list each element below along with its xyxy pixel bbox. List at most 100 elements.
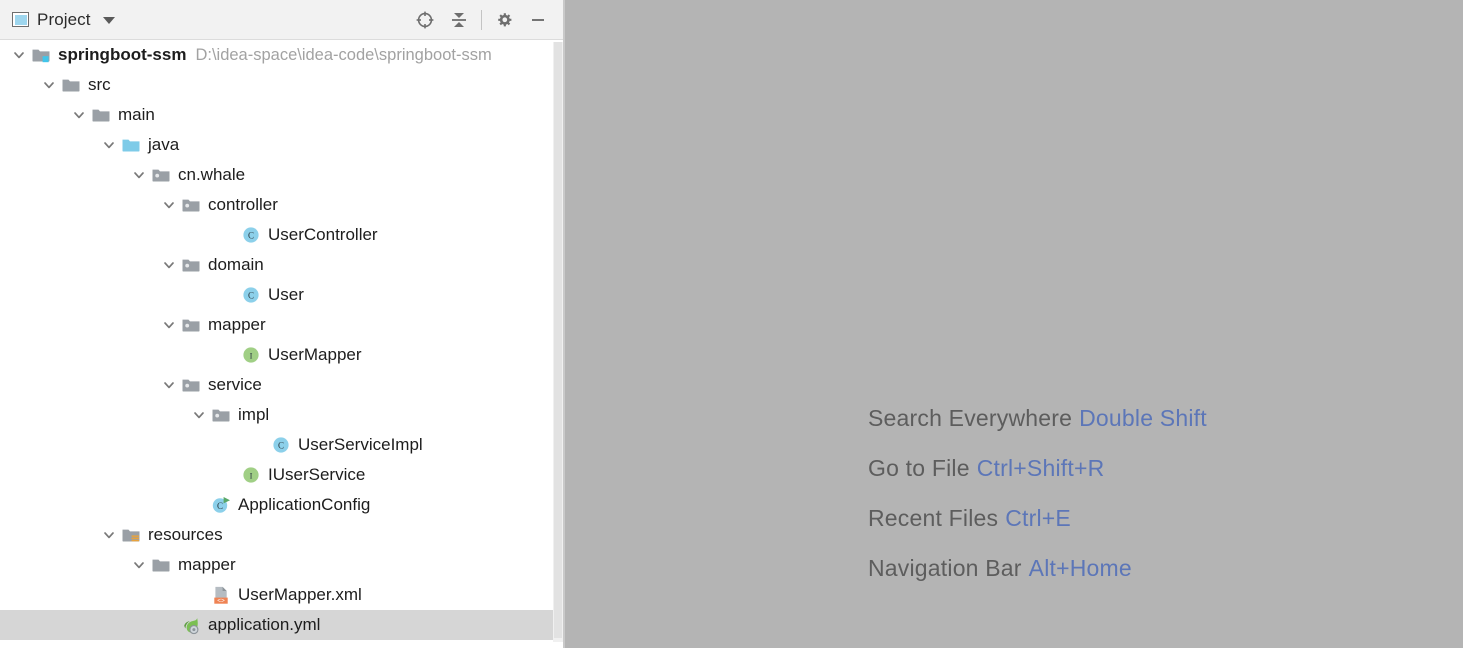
tree-node-src[interactable]: src xyxy=(0,70,565,100)
shortcut-keys: Ctrl+Shift+R xyxy=(976,455,1105,481)
tree-expand-toggle[interactable] xyxy=(158,370,180,400)
tree-node-label: UserMapper.xml xyxy=(238,585,362,604)
tree-node-label: IUserService xyxy=(268,465,366,484)
tree-node-iuserservice[interactable]: I IUserService xyxy=(0,460,565,490)
tree-node-mapper[interactable]: mapper xyxy=(0,310,565,340)
folder-icon xyxy=(90,104,112,126)
tree-node-label: src xyxy=(88,75,111,94)
tree-node-label: UserMapper xyxy=(268,345,362,364)
tree-vertical-scrollbar[interactable] xyxy=(553,42,563,642)
chevron-down-icon[interactable] xyxy=(102,17,115,24)
tree-node-service[interactable]: service xyxy=(0,370,565,400)
shortcut-hint-row: Search Everywhere Double Shift xyxy=(868,405,1207,432)
tree-node-applicationconfig[interactable]: C ApplicationConfig xyxy=(0,490,565,520)
tree-node-path: D:\idea-space\idea-code\springboot-ssm xyxy=(195,45,492,64)
tree-expand-toggle[interactable] xyxy=(128,550,150,580)
tree-node-main[interactable]: main xyxy=(0,100,565,130)
svg-text:C: C xyxy=(217,501,223,511)
idea-window: Project springboot-ssm D:\idea-space\ide… xyxy=(0,0,1463,648)
shortcut-keys: Alt+Home xyxy=(1028,555,1132,581)
tree-node-label: ApplicationConfig xyxy=(238,495,371,514)
tree-scrollbar-thumb[interactable] xyxy=(554,42,562,638)
package-icon xyxy=(180,314,202,336)
tree-node-label: UserServiceImpl xyxy=(298,435,423,454)
runnable-class-icon: C xyxy=(210,494,232,516)
package-icon xyxy=(180,374,202,396)
tree-node-label: mapper xyxy=(208,315,266,334)
svg-text:C: C xyxy=(278,441,284,451)
tree-node-label: service xyxy=(208,375,262,394)
package-icon xyxy=(150,164,172,186)
project-tool-window: Project springboot-ssm D:\idea-space\ide… xyxy=(0,0,565,648)
tree-expand-toggle[interactable] xyxy=(188,400,210,430)
settings-gear-icon[interactable] xyxy=(487,3,521,37)
toolbar-separator xyxy=(481,10,482,30)
java-class-icon: C xyxy=(240,224,262,246)
shortcut-action: Recent Files xyxy=(868,505,999,531)
tree-node-label: cn.whale xyxy=(178,165,246,184)
tree-node-label: domain xyxy=(208,255,264,274)
java-interface-icon: I xyxy=(240,344,262,366)
tree-expand-toggle[interactable] xyxy=(98,130,120,160)
tree-node-label: UserController xyxy=(268,225,378,244)
empty-editor-area: Search Everywhere Double Shift Go to File C… xyxy=(565,0,1463,648)
tree-node-resources[interactable]: resources xyxy=(0,520,565,550)
tree-node-mapper[interactable]: mapper xyxy=(0,550,565,580)
project-tree[interactable]: springboot-ssm D:\idea-space\idea-code\sp… xyxy=(0,40,565,648)
shortcut-action: Navigation Bar xyxy=(868,555,1022,581)
svg-text:C: C xyxy=(248,291,254,301)
tree-node-application-yml[interactable]: application.yml xyxy=(0,610,565,640)
tree-node-usermapper[interactable]: I UserMapper xyxy=(0,340,565,370)
java-class-icon: C xyxy=(240,284,262,306)
folder-icon xyxy=(60,74,82,96)
tree-twisty-placeholder xyxy=(218,460,240,490)
tree-node-user[interactable]: C User xyxy=(0,280,565,310)
svg-text:I: I xyxy=(250,470,253,480)
collapse-all-icon[interactable] xyxy=(442,3,476,37)
xml-file-icon: <> xyxy=(210,584,232,606)
package-icon xyxy=(180,254,202,276)
tree-expand-toggle[interactable] xyxy=(38,70,60,100)
tree-expand-toggle[interactable] xyxy=(158,310,180,340)
svg-text:I: I xyxy=(250,350,253,360)
select-opened-file-icon[interactable] xyxy=(408,3,442,37)
tree-twisty-placeholder xyxy=(188,580,210,610)
tree-node-cn-whale[interactable]: cn.whale xyxy=(0,160,565,190)
module-folder-icon xyxy=(30,44,52,66)
tree-node-controller[interactable]: controller xyxy=(0,190,565,220)
tree-twisty-placeholder xyxy=(218,340,240,370)
panel-title: Project xyxy=(37,9,91,29)
shortcut-keys: Double Shift xyxy=(1079,405,1207,431)
tree-node-label: impl xyxy=(238,405,270,424)
tree-node-usermapper-xml[interactable]: <> UserMapper.xml xyxy=(0,580,565,610)
package-icon xyxy=(180,194,202,216)
tree-node-java[interactable]: java xyxy=(0,130,565,160)
tree-expand-toggle[interactable] xyxy=(68,100,90,130)
folder-icon xyxy=(150,554,172,576)
tree-twisty-placeholder xyxy=(218,220,240,250)
tree-node-label: User xyxy=(268,285,304,304)
package-icon xyxy=(210,404,232,426)
java-class-icon: C xyxy=(270,434,292,456)
svg-text:C: C xyxy=(248,231,254,241)
tree-node-domain[interactable]: domain xyxy=(0,250,565,280)
tree-expand-toggle[interactable] xyxy=(8,40,30,70)
tree-expand-toggle[interactable] xyxy=(128,160,150,190)
shortcut-hint-row: Go to File Ctrl+Shift+R xyxy=(868,455,1207,482)
tree-node-impl[interactable]: impl xyxy=(0,400,565,430)
project-panel-actions xyxy=(408,0,555,40)
tree-node-usercontroller[interactable]: C UserController xyxy=(0,220,565,250)
tree-expand-toggle[interactable] xyxy=(158,190,180,220)
tree-twisty-placeholder xyxy=(218,280,240,310)
project-panel-title-group[interactable]: Project xyxy=(0,10,115,30)
resource-root-folder-icon xyxy=(120,524,142,546)
source-root-folder-icon xyxy=(120,134,142,156)
tree-node-label: java xyxy=(148,135,180,154)
tree-node-springboot-ssm[interactable]: springboot-ssm D:\idea-space\idea-code\sp… xyxy=(0,40,565,70)
project-window-icon xyxy=(12,12,29,27)
tree-expand-toggle[interactable] xyxy=(98,520,120,550)
tree-expand-toggle[interactable] xyxy=(158,250,180,280)
hide-panel-icon[interactable] xyxy=(521,3,555,37)
spring-yaml-file-icon xyxy=(180,614,202,636)
tree-node-userserviceimpl[interactable]: C UserServiceImpl xyxy=(0,430,565,460)
